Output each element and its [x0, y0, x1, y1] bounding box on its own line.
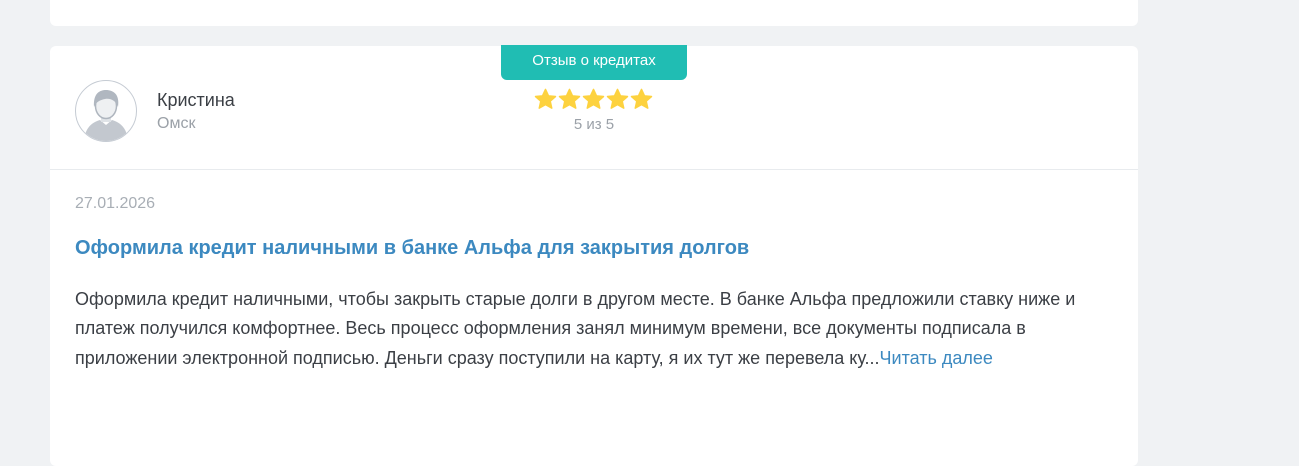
previous-review-card — [50, 0, 1138, 26]
user-avatar-icon — [75, 80, 137, 142]
rating-text: 5 из 5 — [573, 116, 615, 133]
review-title[interactable]: Оформила кредит наличными в банке Альфа … — [75, 235, 749, 261]
review-date: 27.01.2026 — [75, 195, 156, 212]
rating-stars — [534, 88, 656, 112]
category-badge[interactable]: Отзыв о кредитах — [501, 45, 687, 80]
author-city: Омск — [157, 115, 196, 132]
star-icon — [582, 88, 605, 109]
author-name: Кристина — [157, 90, 235, 110]
review-card: Кристина Омск 5 из 5 Отзыв о кредитах 27… — [50, 45, 1138, 466]
read-more-link[interactable]: Читать далее — [880, 348, 993, 368]
star-icon — [606, 88, 629, 109]
star-icon — [534, 88, 557, 109]
star-icon — [630, 88, 653, 109]
review-body: Оформила кредит наличными, чтобы закрыть… — [75, 285, 1085, 373]
star-icon — [558, 88, 581, 109]
